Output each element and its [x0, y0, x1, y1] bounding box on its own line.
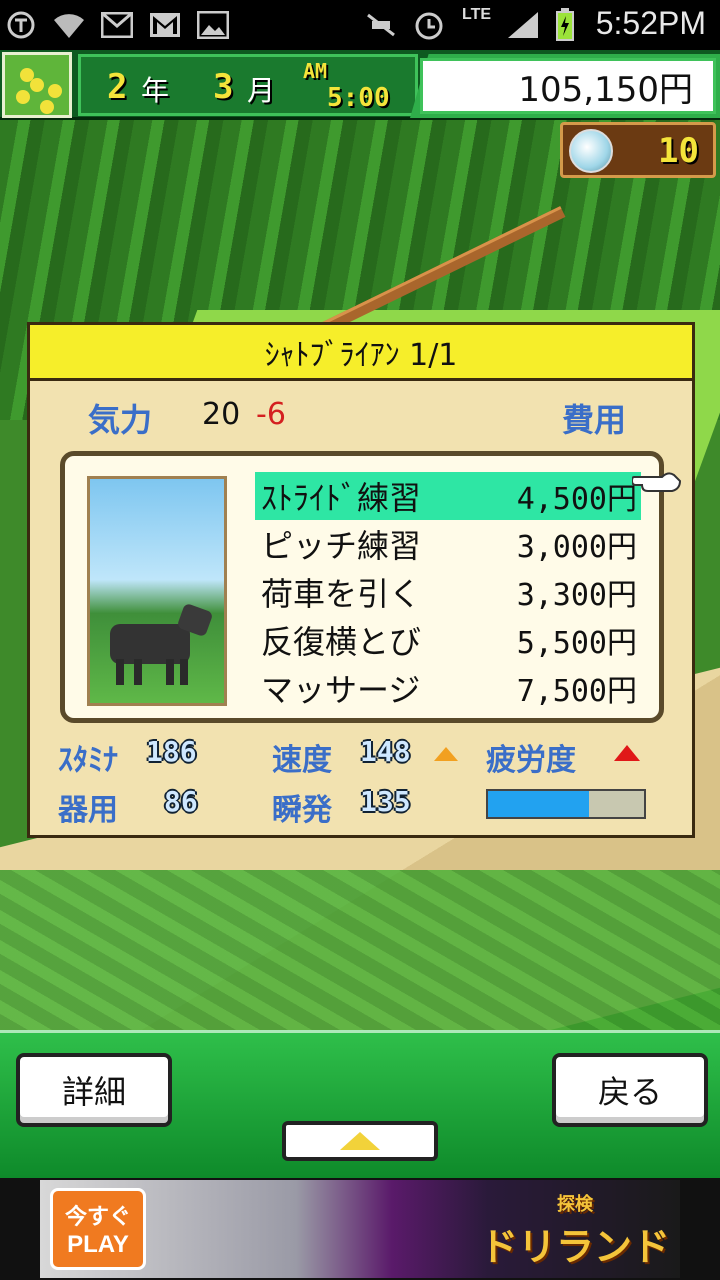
wifi-icon	[52, 8, 86, 42]
shield-icon	[4, 8, 38, 42]
expand-up-button[interactable]	[282, 1121, 438, 1161]
ampm: AM	[303, 59, 328, 83]
burst-value: 135	[360, 785, 411, 818]
image-icon	[196, 8, 230, 42]
kiryoku-label: 気力	[88, 401, 153, 439]
money-display: 105,150円	[420, 58, 716, 114]
alarm-icon	[412, 8, 446, 42]
horse-leg	[180, 659, 188, 685]
menu-item-label: 反復横とび	[261, 623, 422, 661]
fatigue-label: 疲労度	[486, 743, 576, 778]
bottom-bar: 詳細 戻る	[0, 1030, 720, 1178]
horse-leg	[134, 659, 142, 685]
clock: 5:52PM	[595, 5, 706, 41]
menu-item-price: 3,300円	[516, 578, 637, 613]
gmail-icon	[148, 8, 182, 42]
back-button[interactable]: 戻る	[552, 1053, 708, 1127]
medal-counter[interactable]: 10	[560, 122, 716, 178]
ad-banner[interactable]: 今すぐ PLAY 探検 ドリランド	[0, 1178, 720, 1280]
menu-item-stride[interactable]: ｽﾄﾗｲﾄﾞ練習 4,500円	[255, 472, 641, 520]
hedge	[0, 870, 720, 1030]
menu-item-massage[interactable]: マッサージ 7,500円	[255, 664, 641, 712]
mute-icon	[364, 8, 398, 42]
speed-value: 148	[360, 735, 411, 768]
dialog-title: ｼｬﾄﾌﾞﾗｲｱﾝ 1/1	[30, 325, 692, 381]
burst-label: 瞬発	[272, 793, 332, 828]
training-menu: ｽﾄﾗｲﾄﾞ練習 4,500円 ピッチ練習 3,000円 荷車を引く 3,300…	[255, 472, 641, 712]
year-value: 2	[107, 67, 128, 107]
cost-label: 費用	[562, 401, 627, 439]
fatigue-up-arrow-icon	[614, 745, 640, 761]
play-now-bottom: PLAY	[67, 1231, 129, 1258]
menu-item-label: ｽﾄﾗｲﾄﾞ練習	[261, 479, 422, 517]
menu-item-label: ピッチ練習	[261, 527, 422, 565]
menu-item-cart[interactable]: 荷車を引く 3,300円	[255, 568, 641, 616]
pointing-hand-icon	[632, 472, 682, 492]
horse-portrait	[87, 476, 227, 706]
dexterity-value: 86	[164, 785, 198, 818]
season-flower-icon[interactable]	[2, 52, 72, 118]
menu-item-price: 7,500円	[516, 674, 637, 709]
month-unit: 月	[247, 74, 276, 107]
signal-icon	[506, 8, 540, 42]
ad-logo-large: ドリランド	[479, 1224, 670, 1269]
ad-logo-small: 探検	[557, 1193, 593, 1215]
horse-body	[110, 624, 190, 664]
details-button[interactable]: 詳細	[16, 1053, 172, 1127]
network-type: LTE	[462, 6, 492, 23]
battery-charging-icon	[548, 8, 582, 42]
month-value: 3	[213, 67, 234, 107]
play-now-button[interactable]: 今すぐ PLAY	[50, 1188, 146, 1270]
menu-item-label: 荷車を引く	[261, 575, 422, 613]
year-unit: 年	[141, 74, 170, 107]
stamina-value: 186	[146, 735, 197, 768]
menu-item-label: マッサージ	[261, 671, 421, 709]
speed-label: 速度	[272, 743, 332, 778]
date-panel: 2 年 3 月 AM 5:00	[78, 54, 418, 116]
horse-leg	[116, 659, 124, 685]
fatigue-bar	[486, 789, 646, 819]
menu-item-pitch[interactable]: ピッチ練習 3,000円	[255, 520, 641, 568]
training-dialog: ｼｬﾄﾌﾞﾗｲｱﾝ 1/1 気力 20 -6 費用 ｽﾄﾗｲﾄﾞ練習 4,500…	[27, 322, 695, 838]
dexterity-label: 器用	[58, 793, 118, 828]
play-now-top: 今すぐ	[64, 1205, 131, 1230]
top-hud: 2 年 3 月 AM 5:00 105,150円	[0, 50, 720, 120]
kiryoku-value: 20	[202, 397, 241, 432]
ad-content[interactable]: 今すぐ PLAY 探検 ドリランド	[40, 1180, 680, 1278]
medal-coin-icon	[569, 129, 613, 173]
menu-item-price: 3,000円	[516, 530, 637, 565]
horse-leg	[166, 659, 174, 685]
stamina-label: ｽﾀﾐﾅ	[58, 743, 118, 778]
training-panel: ｽﾄﾗｲﾄﾞ練習 4,500円 ピッチ練習 3,000円 荷車を引く 3,300…	[60, 451, 664, 723]
menu-item-price: 4,500円	[516, 482, 637, 517]
game-clock: 5:00	[327, 83, 390, 113]
fatigue-fill	[488, 791, 590, 817]
medal-count: 10	[658, 131, 699, 171]
up-triangle-icon	[340, 1132, 380, 1150]
ad-logo: 探検 ドリランド	[470, 1190, 680, 1270]
menu-item-price: 5,500円	[516, 626, 637, 661]
speed-up-arrow-icon	[434, 747, 458, 761]
mail-icon	[100, 8, 134, 42]
kiryoku-delta: -6	[256, 397, 286, 432]
status-bar: LTE 5:52PM	[0, 0, 720, 50]
menu-item-side-step[interactable]: 反復横とび 5,500円	[255, 616, 641, 664]
